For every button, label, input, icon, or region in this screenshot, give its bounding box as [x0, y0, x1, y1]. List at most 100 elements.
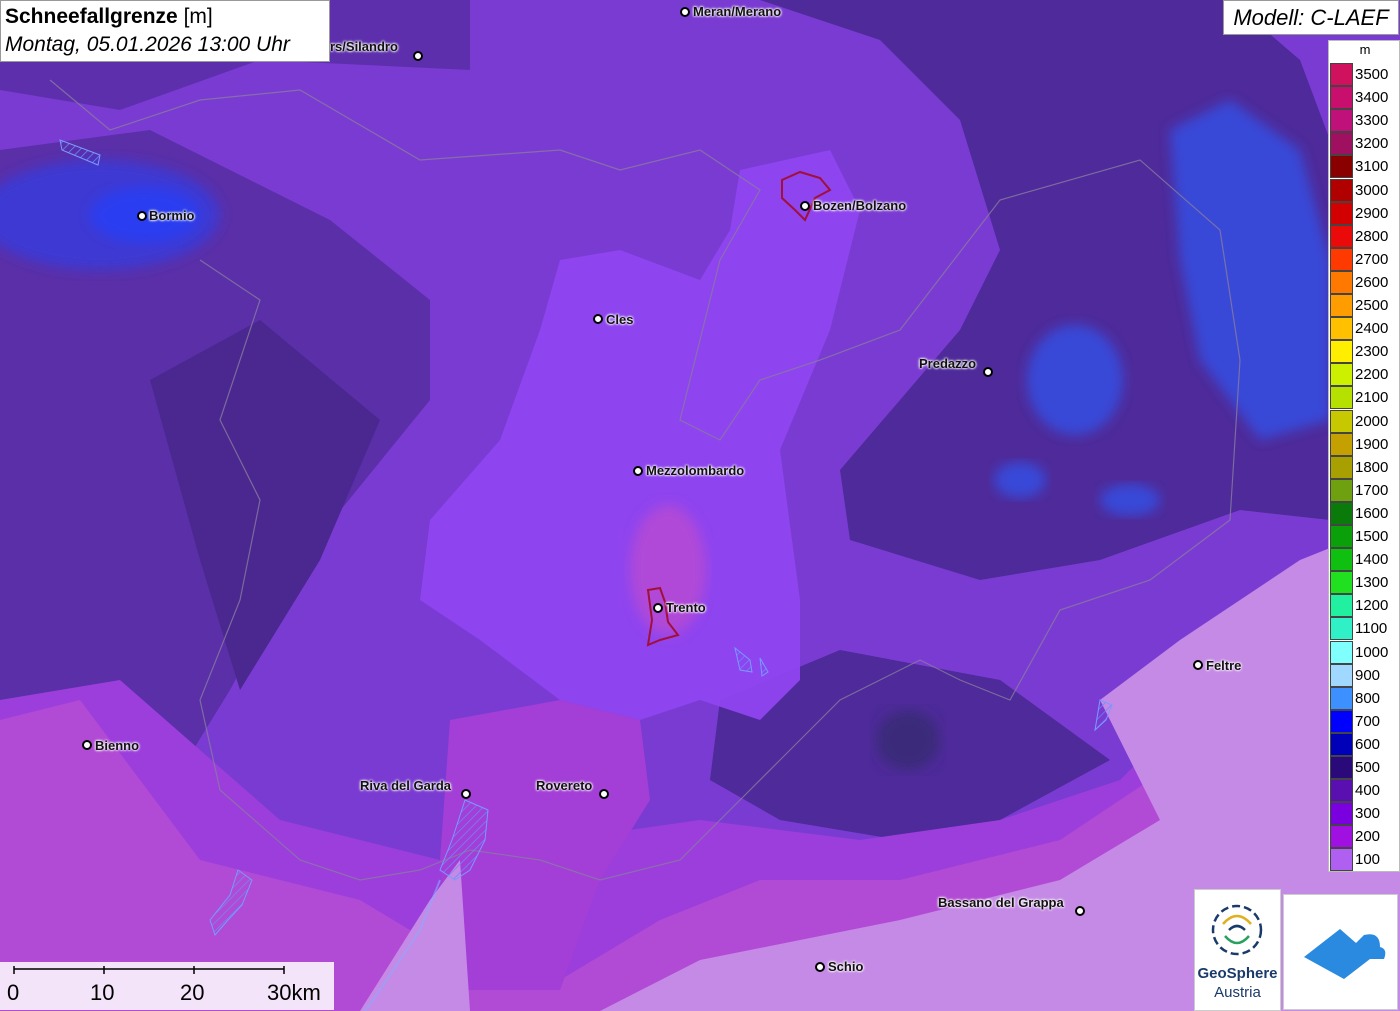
forecast-time: Montag, 05.01.2026 13:00 Uhr: [5, 33, 290, 56]
legend-entry: 200: [1330, 825, 1400, 849]
city-label-trento: Trento: [666, 600, 706, 615]
legend-entry: 1300: [1330, 571, 1400, 595]
legend-swatch: [1330, 432, 1353, 456]
snowline-map[interactable]: [0, 0, 1400, 1011]
legend-swatch: [1330, 756, 1353, 779]
cloud-house-icon: [1304, 929, 1386, 979]
legend-entry: 1400: [1330, 548, 1400, 572]
city-label-bienno: Bienno: [95, 738, 140, 753]
legend-entry: 1100: [1330, 617, 1400, 641]
legend-entry: 400: [1330, 779, 1400, 803]
legend-swatch: [1330, 409, 1353, 433]
city-label-bassano: Bassano del Grappa: [938, 895, 1064, 910]
legend-entry: 2800: [1330, 224, 1400, 248]
legend-label: 2100: [1355, 389, 1389, 407]
zone-blue-predazzo: [1027, 325, 1123, 435]
legend-entry: 300: [1330, 802, 1400, 826]
legend-entry: 3100: [1330, 155, 1400, 179]
legend-swatch: [1330, 525, 1353, 548]
legend-label: 2600: [1355, 273, 1389, 291]
app-logo[interactable]: [1283, 894, 1398, 1010]
legend-label: 2400: [1355, 320, 1389, 338]
legend-swatch: [1330, 201, 1353, 225]
city-label-meran: Meran/Merano: [693, 4, 782, 19]
city-label-schio: Schio: [828, 959, 864, 974]
legend-swatch: [1330, 594, 1353, 618]
city-label-cles: Cles: [606, 312, 634, 327]
legend-label: 200: [1355, 828, 1381, 846]
legend-entry: 3500: [1330, 63, 1400, 86]
legend-label: 800: [1355, 689, 1381, 707]
city-dot-bienno: [82, 740, 92, 750]
legend-swatch: [1330, 848, 1353, 872]
legend-label: 2800: [1355, 227, 1389, 245]
legend-entry: 2900: [1330, 201, 1400, 225]
city-label-bozen: Bozen/Bolzano: [813, 198, 907, 213]
legend-swatch: [1330, 825, 1353, 849]
legend-entry: 2000: [1330, 409, 1400, 433]
legend-label: 2700: [1355, 250, 1389, 268]
legend-entry: 1900: [1330, 432, 1400, 456]
legend-swatch: [1330, 478, 1353, 502]
scale-label-0: 0: [7, 980, 20, 1005]
city-dot-bassano: [1075, 906, 1085, 916]
legend-label: 3000: [1355, 181, 1389, 199]
legend-entry: 1700: [1330, 478, 1400, 502]
city-dot-riva: [461, 789, 471, 799]
legend-swatch: [1330, 663, 1353, 687]
legend-entry: 100: [1330, 848, 1400, 872]
city-dot-rovereto: [599, 789, 609, 799]
legend-swatch: [1330, 294, 1353, 317]
city-dot-schio: [815, 962, 825, 972]
legend-swatch: [1330, 732, 1353, 756]
parameter-name: Schneefallgrenze: [5, 5, 178, 28]
city-dot-bormio: [137, 211, 147, 221]
legend-label: 3300: [1355, 112, 1389, 130]
legend-label: 1700: [1355, 481, 1389, 499]
legend-entry: 700: [1330, 709, 1400, 733]
city-dot-mezzolombardo: [633, 466, 643, 476]
legend-entry: 2200: [1330, 363, 1400, 387]
legend-swatch: [1330, 86, 1353, 110]
legend-swatch: [1330, 709, 1353, 733]
legend-label: 1900: [1355, 435, 1389, 453]
legend-label: 1200: [1355, 597, 1389, 615]
legend-entry: 2300: [1330, 340, 1400, 364]
legend-entry: 1800: [1330, 455, 1400, 479]
legend-label: 2500: [1355, 297, 1389, 314]
legend-entry: 2400: [1330, 317, 1400, 341]
geosphere-logo[interactable]: GeoSphere Austria: [1194, 889, 1281, 1011]
model-label: Modell: C-LAEF: [1223, 0, 1399, 35]
scale-label-10: 10: [90, 980, 115, 1005]
legend-swatch: [1330, 340, 1353, 364]
zone-blue-small2: [1100, 484, 1160, 516]
legend-entry: 600: [1330, 732, 1400, 756]
map-title: Schneefallgrenze [m]: [5, 3, 325, 31]
legend-label: 3500: [1355, 66, 1389, 83]
legend-swatch: [1330, 155, 1353, 179]
legend-label: 2900: [1355, 204, 1389, 222]
legend-label: 900: [1355, 666, 1381, 684]
city-dot-predazzo: [983, 367, 993, 377]
zone-blue-small1: [994, 462, 1046, 498]
legend-label: 2300: [1355, 343, 1389, 361]
legend-swatch: [1330, 317, 1353, 341]
legend-swatch: [1330, 802, 1353, 826]
legend-swatch: [1330, 247, 1353, 271]
legend-swatch: [1330, 640, 1353, 664]
legend-swatch: [1330, 617, 1353, 641]
legend-swatch: [1330, 779, 1353, 803]
legend-entry: 1000: [1330, 640, 1400, 664]
legend-label: 1300: [1355, 574, 1389, 592]
legend-label: 1800: [1355, 458, 1389, 476]
city-dot-cles: [593, 314, 603, 324]
scale-label-20: 20: [180, 980, 205, 1005]
legend-swatch: [1330, 501, 1353, 525]
legend-swatch: [1330, 455, 1353, 479]
legend-label: 3400: [1355, 89, 1389, 107]
geosphere-logo-subtext: Austria: [1214, 984, 1261, 1001]
legend-entry: 2700: [1330, 247, 1400, 271]
legend-label: 1400: [1355, 551, 1389, 569]
legend-swatch: [1330, 270, 1353, 294]
legend-label: 3200: [1355, 135, 1389, 153]
